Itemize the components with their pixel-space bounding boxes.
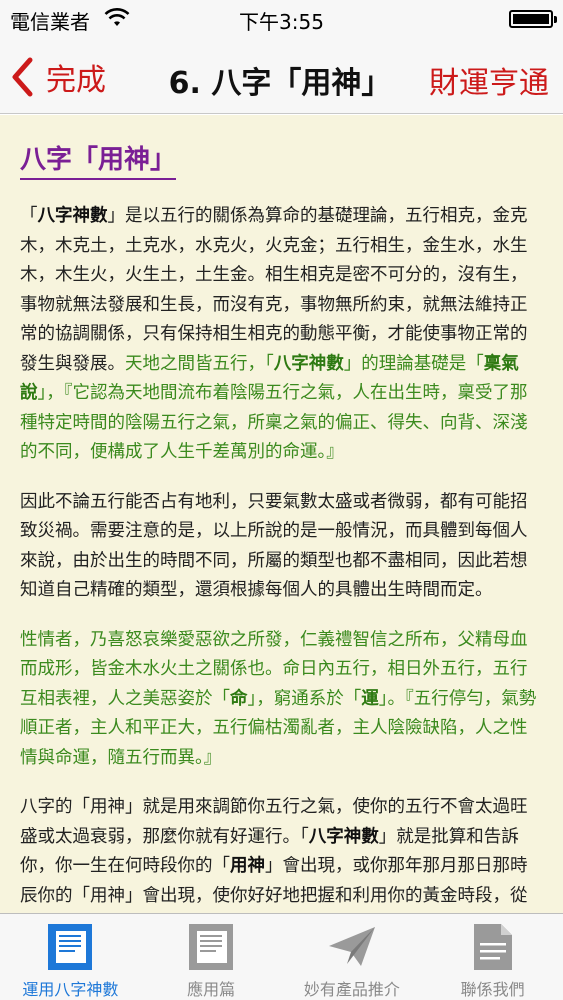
- back-label: 完成: [46, 63, 106, 98]
- article-heading: 八字「用神」: [20, 139, 176, 180]
- tab-label: 應用篇: [187, 980, 236, 999]
- tab-products[interactable]: 妙有產品推介: [282, 914, 423, 1000]
- tab-bar: 運用八字神數 應用篇 妙有產品推介 聯係我們: [0, 913, 563, 1000]
- tab-label: 妙有產品推介: [303, 980, 400, 999]
- tab-label: 聯係我們: [460, 980, 525, 999]
- paragraph-3: 性情者，乃喜怒哀樂愛惡欲之所發，仁義禮智信之所布，父精母血而成形，皆金木水火土之…: [20, 629, 537, 768]
- clock: 下午3:55: [239, 10, 324, 34]
- done-back-button[interactable]: 完成: [10, 54, 106, 100]
- paragraph-4: 八字的「用神」就是用來調節你五行之氣，使你的五行不會太過旺盛或太過衰弱，那麼你就…: [20, 797, 528, 906]
- battery-icon: [509, 10, 557, 28]
- document-icon: [48, 924, 93, 970]
- paper-plane-icon: [328, 927, 375, 966]
- tab-application[interactable]: 應用篇: [141, 914, 282, 1000]
- tab-use-bazi[interactable]: 運用八字神數: [0, 914, 141, 1000]
- page-title: 6. 八字「用神」: [168, 66, 392, 101]
- tab-label: 運用八字神數: [22, 980, 119, 999]
- tab-contact[interactable]: 聯係我們: [422, 914, 563, 1000]
- navigation-bar: 完成 6. 八字「用神」 財運亨通: [0, 40, 563, 114]
- paragraph-1: 「八字神數」是以五行的關係為算命的基礎理論，五行相克，金克木，木克土，土克水，水…: [20, 206, 528, 462]
- article-scroll-view[interactable]: 八字「用神」 「八字神數」是以五行的關係為算命的基礎理論，五行相克，金克木，木克…: [0, 115, 563, 913]
- notes-icon: [189, 924, 234, 970]
- status-bar: 電信業者 下午3:55: [0, 0, 563, 40]
- chevron-left-icon: [12, 57, 33, 97]
- file-icon: [473, 924, 512, 970]
- wealth-fortune-button[interactable]: 財運亨通: [429, 58, 549, 102]
- paragraph-2: 因此不論五行能否占有地利，只要氣數太盛或者微弱，都有可能招致災禍。需要注意的是，…: [20, 491, 528, 601]
